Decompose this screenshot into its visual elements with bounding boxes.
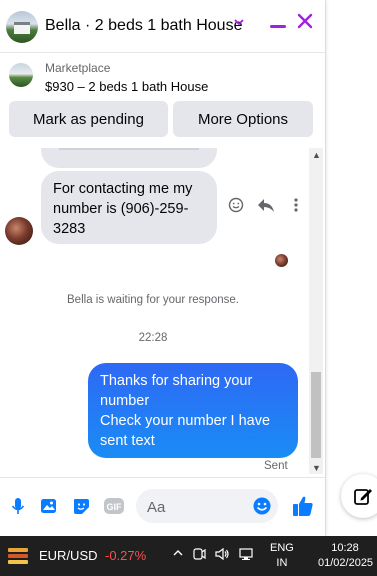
minimize-icon[interactable] [270,25,286,28]
chevron-down-icon[interactable] [233,15,245,31]
message-list: For contacting me my number is (906)-259… [0,148,310,476]
marketplace-label: Marketplace [45,61,111,75]
microphone-icon[interactable] [8,496,28,516]
clock-time: 10:28 [331,542,359,554]
meet-now-icon[interactable] [192,547,206,564]
react-emoji-icon[interactable] [226,197,246,218]
message-timestamp: 22:28 [138,332,168,344]
message-bubble-outgoing[interactable]: Thanks for sharing your number Check your… [88,363,298,458]
listing-thumbnail[interactable] [9,63,33,87]
currency-change: -0.27% [105,548,147,563]
system-tray [172,547,254,564]
currency-pair[interactable]: EUR/USD [39,548,98,563]
message-actions [226,197,306,218]
listing-summary[interactable]: $930 – 2 beds 1 bath House [45,79,208,94]
listing-avatar[interactable] [6,11,38,43]
scrollbar[interactable]: ▲ ▼ [309,148,323,474]
language-indicator[interactable]: ENG IN [270,541,294,571]
chat-window: Bella · 2 beds 1 bath House Marketplace … [0,0,326,536]
forex-widget-icon[interactable] [7,546,29,566]
compose-icon [354,489,372,505]
scroll-up-arrow-icon[interactable]: ▲ [312,150,321,160]
more-vertical-icon[interactable] [286,197,306,218]
more-options-button[interactable]: More Options [173,101,313,137]
region-code: IN [276,557,288,569]
message-status: Sent [264,460,288,472]
message-bubble-incoming[interactable]: For contacting me my number is (906)-259… [41,171,217,244]
mark-as-pending-button[interactable]: Mark as pending [9,101,168,137]
clock[interactable]: 10:28 01/02/2025 [318,541,374,571]
outgoing-message-text: Thanks for sharing your number Check your… [100,373,271,449]
chevron-up-icon[interactable] [172,547,184,564]
close-icon[interactable] [296,11,314,35]
scroll-down-arrow-icon[interactable]: ▼ [312,463,321,473]
volume-icon[interactable] [214,547,230,564]
language-code: ENG [270,542,294,554]
chat-title[interactable]: Bella · 2 beds 1 bath House [45,17,242,35]
new-message-button[interactable] [341,474,377,518]
message-input-box[interactable] [136,489,278,523]
scrollbar-thumb[interactable] [311,372,321,458]
network-icon[interactable] [238,547,254,564]
composer-bar: GIF [0,477,325,536]
clock-date: 01/02/2025 [318,557,374,569]
waiting-notice: Bella is waiting for your response. [67,294,239,306]
chat-header: Bella · 2 beds 1 bath House [0,0,325,53]
message-bubble-previous[interactable] [41,148,217,168]
svg-text:GIF: GIF [107,502,123,512]
photo-icon[interactable] [39,496,59,516]
sender-avatar[interactable] [5,217,33,245]
incoming-message-text: For contacting me my number is (906)-259… [53,181,193,237]
reply-icon[interactable] [256,197,276,218]
gif-icon[interactable]: GIF [103,496,124,516]
taskbar: EUR/USD -0.27% ENG IN 10:28 01/02/2025 [0,536,377,576]
marketplace-panel: Marketplace $930 – 2 beds 1 bath House M… [0,53,325,143]
emoji-icon[interactable] [252,496,272,516]
message-input[interactable] [145,495,249,519]
sticker-icon[interactable] [71,496,91,516]
like-icon[interactable] [291,494,315,518]
seen-avatar [275,254,288,267]
